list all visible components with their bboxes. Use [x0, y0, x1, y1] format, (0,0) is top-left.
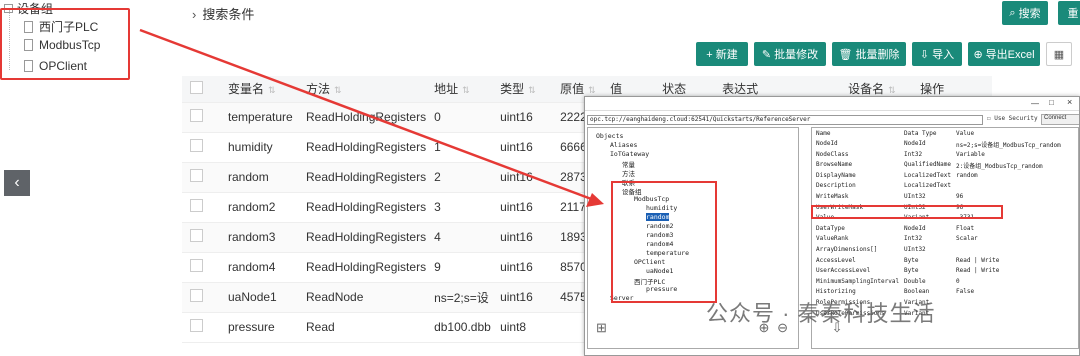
zoom-out-icon[interactable]: ⊖	[777, 320, 788, 335]
grid-icon[interactable]: ⊞	[596, 320, 607, 335]
image-toolbar: ⊞ ⊕ ⊖ ⇩	[596, 320, 843, 336]
zoom-in-icon[interactable]: ⊕	[759, 320, 770, 335]
download-icon[interactable]: ⇩	[832, 320, 843, 335]
